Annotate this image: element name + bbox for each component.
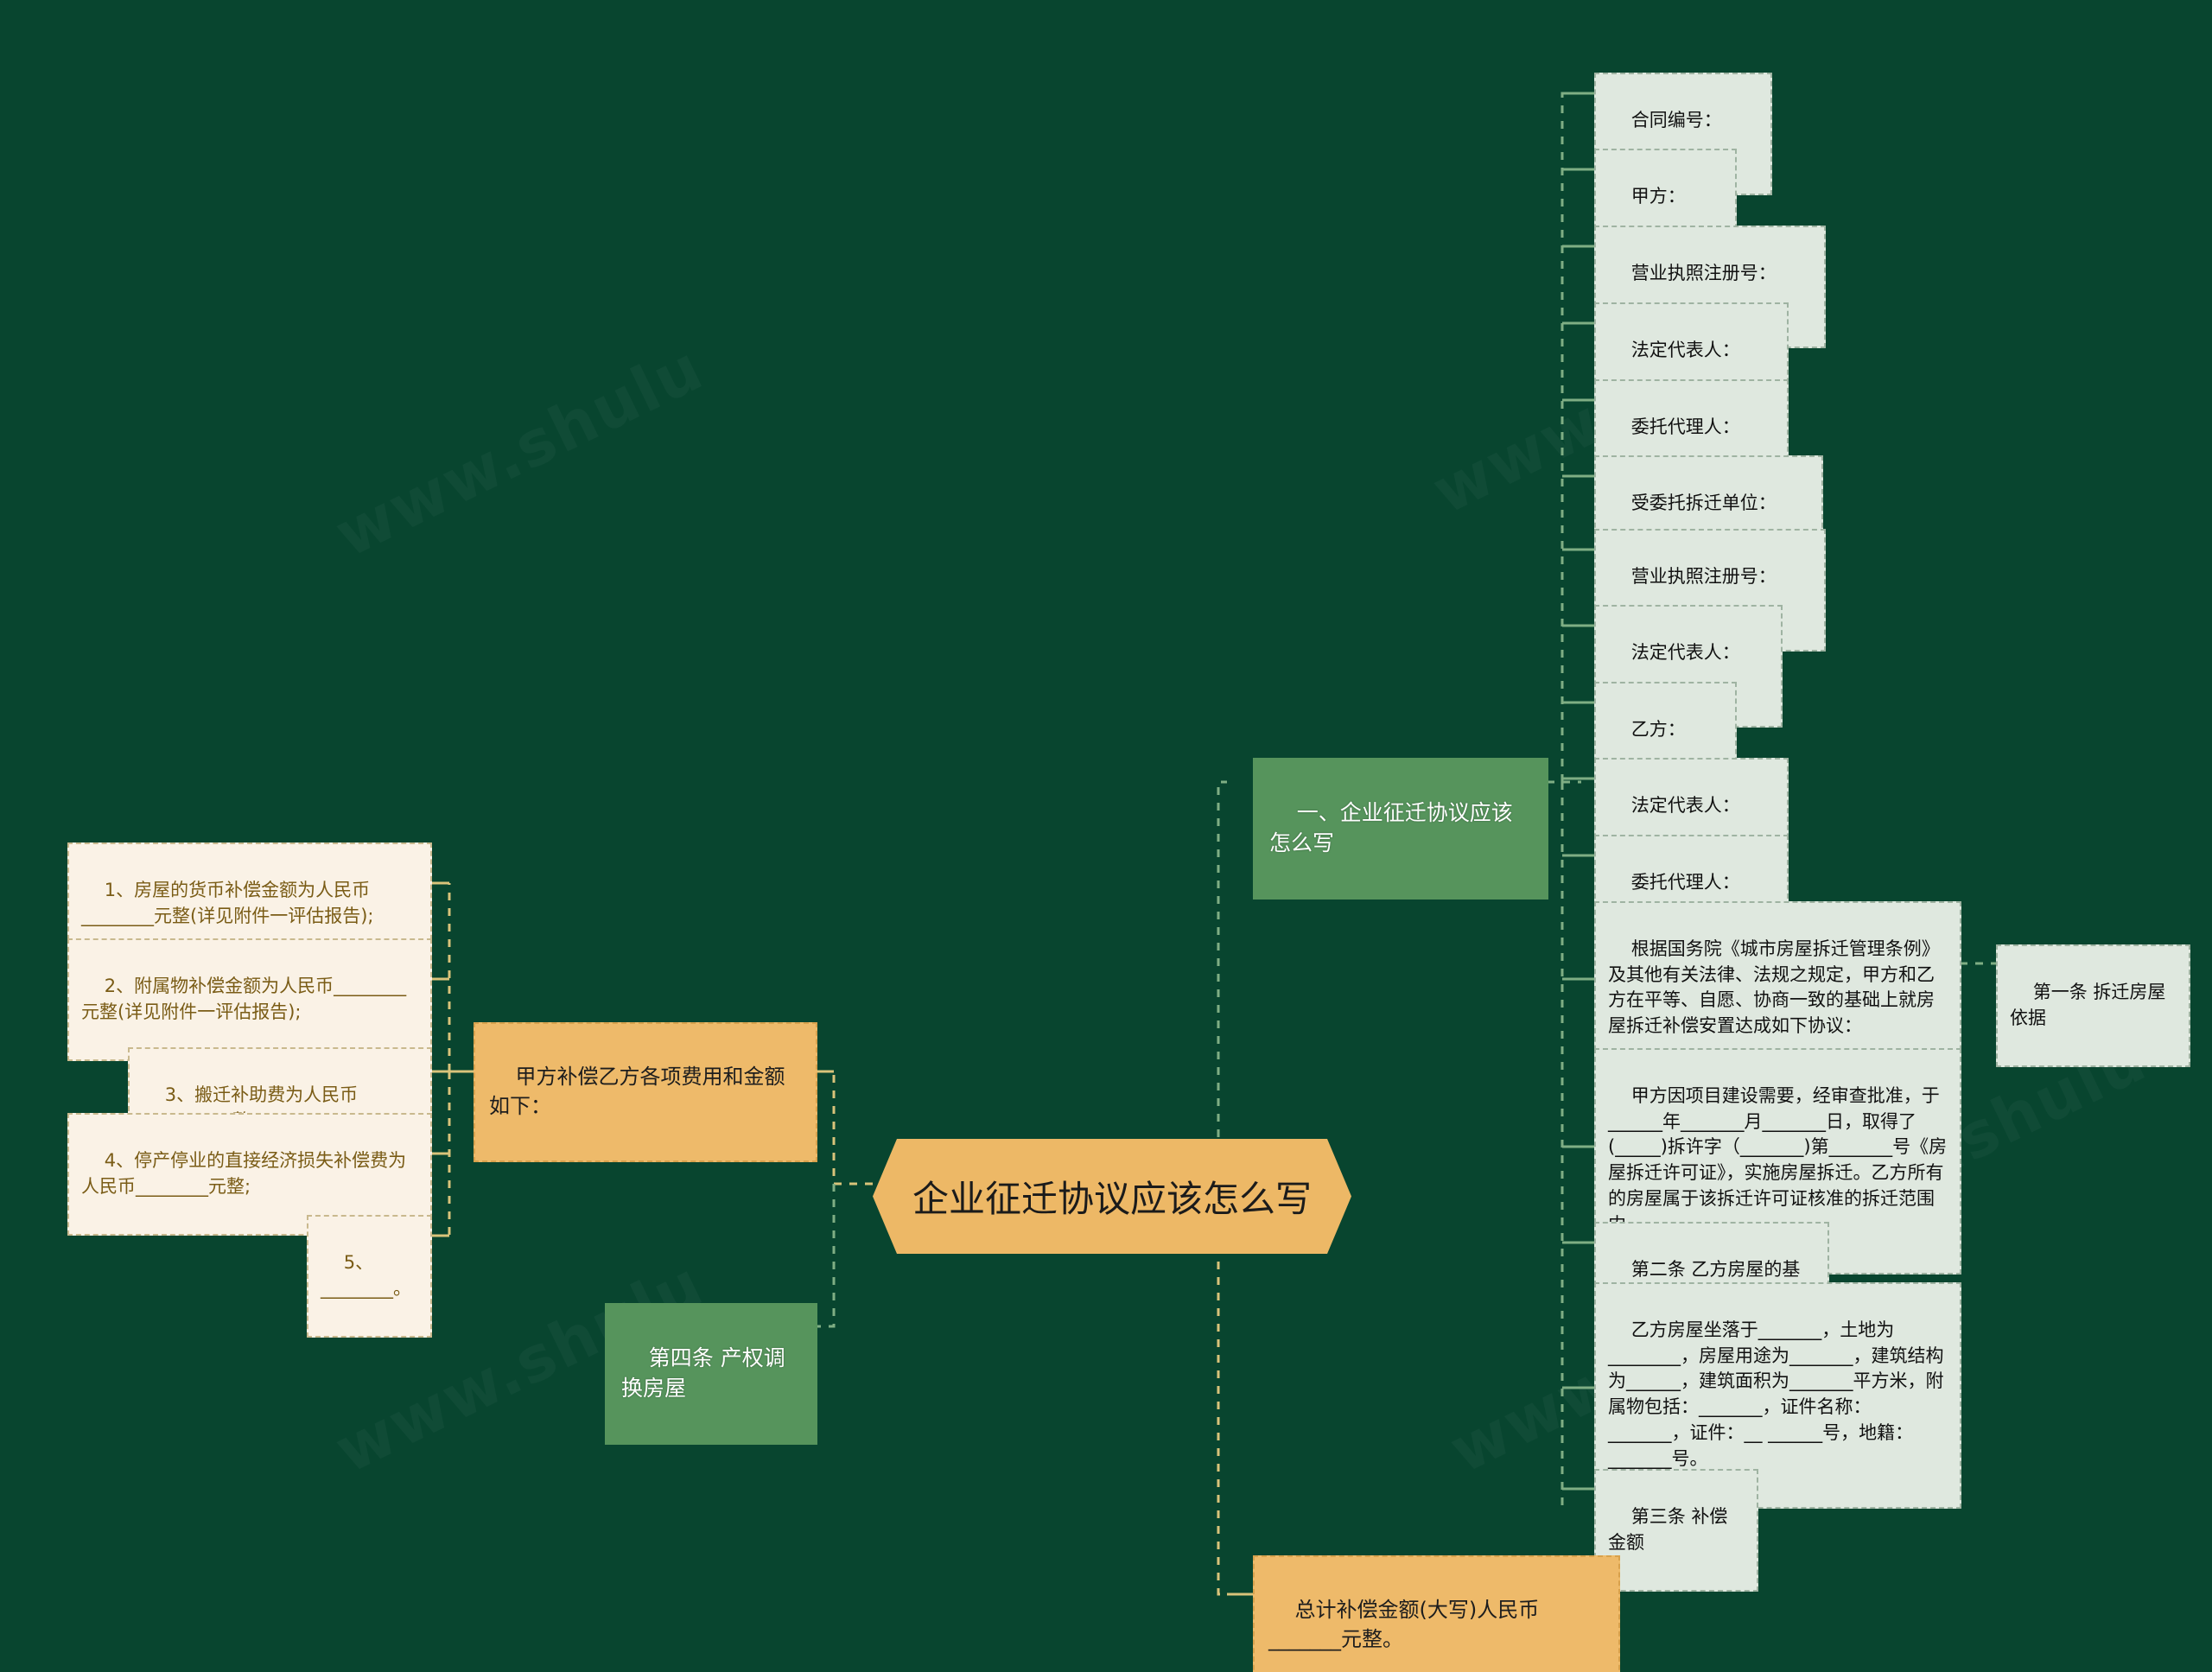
leaf-label: 根据国务院《城市房屋拆迁管理条例》及其他有关法律、法规之规定，甲方和乙方在平等、… bbox=[1608, 938, 1940, 1037]
leaf-label: 1、房屋的货币补偿金额为人民币________元整(详见附件一评估报告); bbox=[81, 879, 374, 926]
leaf-comp-item-2[interactable]: 2、附属物补偿金额为人民币________元整(详见附件一评估报告); bbox=[67, 938, 432, 1062]
subtopic-left-article-four[interactable]: 第四条 产权调换房屋 bbox=[605, 1303, 817, 1445]
leaf-article-one-title[interactable]: 第一条 拆迁房屋依据 bbox=[1996, 944, 2190, 1068]
subtopic-bottom-total-label: 总计补偿金额(大写)人民币_______元整。 bbox=[1268, 1598, 1540, 1652]
subtopic-left-compensation-label: 甲方补偿乙方各项费用和金额如下： bbox=[489, 1065, 785, 1119]
subtopic-bottom-total[interactable]: 总计补偿金额(大写)人民币_______元整。 bbox=[1253, 1555, 1620, 1672]
subtopic-right-main-label: 一、企业征迁协议应该怎么写 bbox=[1269, 799, 1513, 856]
leaf-label: 5、________。 bbox=[321, 1251, 411, 1299]
leaf-label: 乙方房屋坐落于_______，土地为________，房屋用途为_______，… bbox=[1608, 1319, 1944, 1469]
leaf-label: 2、附属物补偿金额为人民币________元整(详见附件一评估报告); bbox=[81, 975, 407, 1022]
leaf-label: 第一条 拆迁房屋依据 bbox=[2010, 981, 2166, 1028]
subtopic-right-main[interactable]: 一、企业征迁协议应该怎么写 bbox=[1253, 758, 1548, 900]
subtopic-left-compensation[interactable]: 甲方补偿乙方各项费用和金额如下： bbox=[474, 1022, 817, 1163]
subtopic-left-article-four-label: 第四条 产权调换房屋 bbox=[621, 1345, 785, 1402]
leaf-comp-item-5[interactable]: 5、________。 bbox=[307, 1215, 432, 1338]
root-node[interactable]: 企业征迁协议应该怎么写 bbox=[873, 1139, 1351, 1254]
leaf-label: 第三条 补偿金额 bbox=[1608, 1505, 1728, 1553]
watermark: www.shulu bbox=[324, 331, 715, 571]
leaf-label: 4、停产停业的直接经济损失补偿费为人民币________元整; bbox=[81, 1149, 407, 1197]
leaf-label: 甲方因项目建设需要，经审查批准，于______年_______月_______日… bbox=[1608, 1084, 1948, 1235]
mindmap-canvas: www.shulu www.shulu www.shulu www.shulu … bbox=[0, 0, 2212, 1672]
root-label: 企业征迁协议应该怎么写 bbox=[912, 1178, 1313, 1220]
